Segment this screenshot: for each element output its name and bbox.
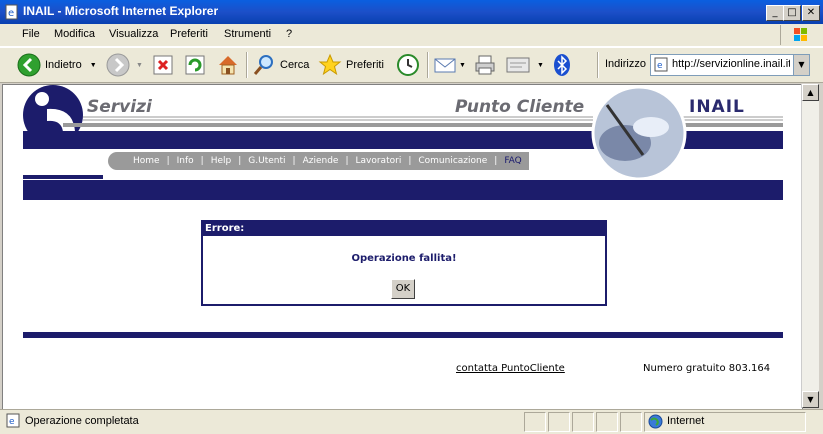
search-icon bbox=[253, 55, 273, 75]
nav-guida-utenti[interactable]: G.Utenti bbox=[241, 156, 292, 166]
printer-icon bbox=[475, 55, 495, 75]
scroll-down-icon[interactable]: ▼ bbox=[802, 391, 819, 408]
back-button[interactable]: Indietro ▼ bbox=[17, 52, 97, 78]
svg-text:e: e bbox=[9, 417, 15, 427]
bluetooth-icon bbox=[554, 54, 570, 76]
nav-home[interactable]: Home bbox=[126, 156, 167, 166]
status-bar: e Operazione completata Internet bbox=[0, 409, 823, 434]
window-title: INAIL - Microsoft Internet Explorer bbox=[23, 4, 219, 18]
back-arrow-icon bbox=[17, 53, 41, 77]
address-bar[interactable]: e http://servizionline.inail.it ▼ bbox=[650, 54, 810, 76]
status-text: Operazione completata bbox=[25, 415, 139, 427]
header-punto-cliente: Punto Cliente bbox=[455, 97, 585, 117]
mail-dropdown-icon[interactable]: ▼ bbox=[459, 62, 466, 69]
nav-faq[interactable]: FAQ bbox=[497, 156, 528, 166]
toolbar: Indietro ▼ ▼ Cerca Preferiti ▼ ▼ Indiriz… bbox=[0, 47, 823, 83]
header-servizi: Servizi bbox=[87, 97, 152, 117]
home-icon bbox=[219, 56, 237, 75]
contact-link[interactable]: contatta PuntoCliente bbox=[456, 363, 565, 374]
address-input[interactable]: http://servizionline.inail.it bbox=[672, 58, 790, 70]
menu-bar: File Modifica Visualizza Preferiti Strum… bbox=[0, 24, 823, 47]
edit-dropdown-icon[interactable]: ▼ bbox=[537, 62, 544, 69]
back-label: Indietro bbox=[45, 59, 82, 71]
star-icon bbox=[318, 53, 342, 76]
forward-arrow-icon bbox=[106, 53, 130, 77]
title-bar: e INAIL - Microsoft Internet Explorer _ … bbox=[0, 0, 823, 24]
home-button[interactable] bbox=[216, 52, 240, 78]
nav-aziende[interactable]: Aziende bbox=[296, 156, 346, 166]
menu-strumenti[interactable]: Strumenti bbox=[224, 28, 271, 40]
mail-icon bbox=[434, 58, 456, 73]
error-dialog-title: Errore: bbox=[203, 222, 605, 236]
menu-visualizza[interactable]: Visualizza bbox=[109, 28, 158, 40]
edit-page-icon bbox=[506, 57, 530, 73]
page-icon: e bbox=[654, 57, 668, 72]
forward-button[interactable]: ▼ bbox=[106, 52, 143, 78]
menu-help[interactable]: ? bbox=[286, 28, 292, 40]
ok-button[interactable]: OK bbox=[391, 279, 415, 299]
vertical-scrollbar[interactable]: ▲ ▼ bbox=[801, 84, 819, 408]
print-button[interactable] bbox=[473, 52, 497, 78]
nav-lavoratori[interactable]: Lavoratori bbox=[349, 156, 409, 166]
forward-dropdown-icon[interactable]: ▼ bbox=[136, 62, 143, 69]
site-nav: Home | Info | Help | G.Utenti | Aziende | Lav… bbox=[108, 152, 529, 170]
windows-logo-icon bbox=[780, 25, 821, 45]
address-dropdown-icon[interactable]: ▼ bbox=[793, 55, 809, 75]
security-zone: Internet bbox=[667, 415, 705, 427]
error-dialog: Errore: Operazione fallita! OK bbox=[201, 220, 607, 306]
page-status-icon: e bbox=[6, 413, 20, 428]
refresh-icon bbox=[185, 55, 205, 75]
nav-help[interactable]: Help bbox=[204, 156, 239, 166]
menu-modifica[interactable]: Modifica bbox=[54, 28, 95, 40]
history-icon bbox=[397, 54, 419, 76]
stop-button[interactable] bbox=[152, 52, 174, 78]
mail-button[interactable]: ▼ bbox=[433, 52, 466, 78]
maximize-button[interactable]: □ bbox=[783, 5, 801, 21]
menu-file[interactable]: File bbox=[22, 28, 40, 40]
nav-info[interactable]: Info bbox=[170, 156, 201, 166]
address-label: Indirizzo bbox=[605, 58, 646, 70]
close-button[interactable]: ✕ bbox=[802, 5, 820, 21]
favorites-button[interactable]: Preferiti bbox=[318, 52, 384, 78]
svg-text:e: e bbox=[657, 61, 663, 71]
svg-text:e: e bbox=[8, 8, 14, 19]
stop-icon bbox=[153, 55, 173, 75]
header-bottom-band bbox=[23, 180, 783, 200]
search-label: Cerca bbox=[280, 59, 310, 71]
internet-globe-icon bbox=[648, 414, 663, 429]
nav-comunicazione[interactable]: Comunicazione bbox=[411, 156, 494, 166]
header-inail-brand: INAIL bbox=[689, 97, 745, 117]
toll-free-number: Numero gratuito 803.164 bbox=[643, 363, 771, 374]
favorites-label: Preferiti bbox=[346, 59, 384, 71]
edit-button[interactable]: ▼ bbox=[505, 52, 544, 78]
page-viewport: Servizi Punto Cliente INAIL Home | Info | … bbox=[2, 84, 803, 410]
scroll-up-icon[interactable]: ▲ bbox=[802, 84, 819, 101]
ie-page-icon: e bbox=[5, 4, 18, 20]
history-button[interactable] bbox=[396, 52, 420, 78]
menu-preferiti[interactable]: Preferiti bbox=[170, 28, 208, 40]
footer-band bbox=[23, 332, 783, 338]
error-message: Operazione fallita! bbox=[351, 253, 457, 264]
minimize-button[interactable]: _ bbox=[766, 5, 784, 21]
back-dropdown-icon[interactable]: ▼ bbox=[90, 62, 97, 69]
search-button[interactable]: Cerca bbox=[252, 52, 309, 78]
refresh-button[interactable] bbox=[184, 52, 206, 78]
bluetooth-button[interactable] bbox=[552, 52, 572, 78]
